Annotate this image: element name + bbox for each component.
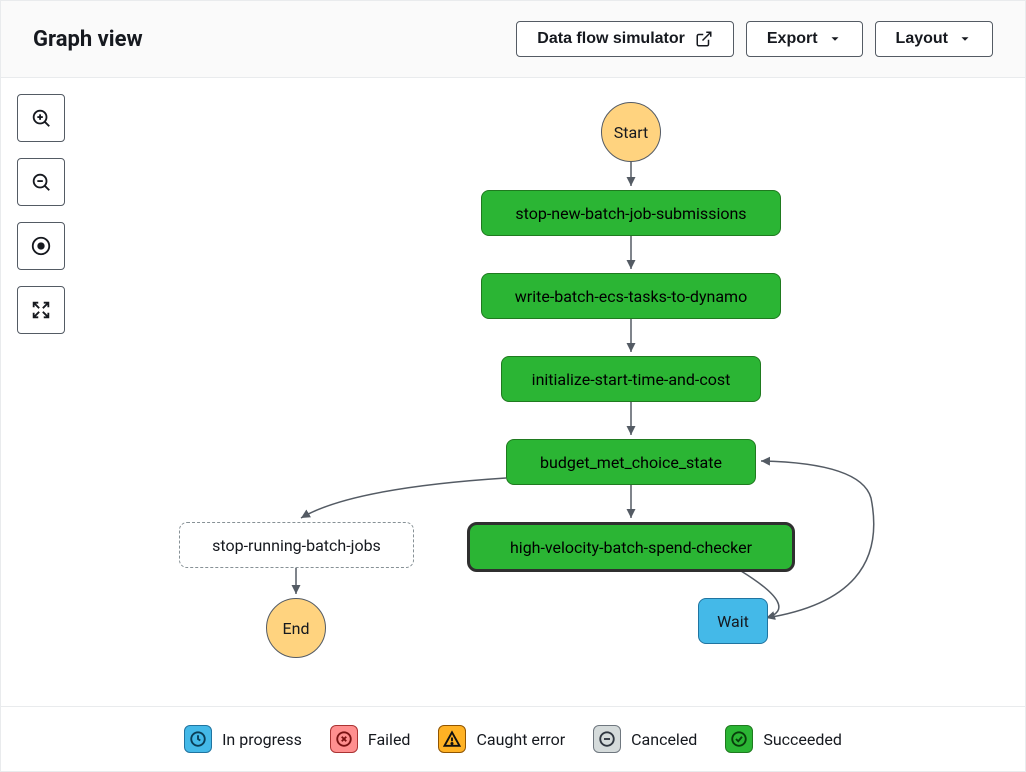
center-button[interactable] — [17, 222, 65, 270]
layout-button[interactable]: Layout — [875, 21, 993, 57]
zoom-out-icon — [30, 171, 52, 193]
graph-canvas[interactable]: Start stop-new-batch-job-submissions wri… — [1, 78, 1025, 706]
header-bar: Graph view Data flow simulator Export La… — [1, 1, 1025, 78]
expand-icon — [30, 299, 52, 321]
node-start[interactable]: Start — [601, 102, 661, 162]
caught-error-icon — [438, 725, 466, 753]
data-flow-simulator-button[interactable]: Data flow simulator — [516, 21, 734, 57]
node-label: End — [283, 619, 310, 638]
data-flow-simulator-label: Data flow simulator — [537, 30, 685, 48]
node-label: Wait — [717, 612, 749, 631]
chevron-down-icon — [828, 32, 842, 46]
in-progress-icon — [184, 725, 212, 753]
legend-label: Succeeded — [763, 730, 842, 749]
node-stop-running-batch-jobs[interactable]: stop-running-batch-jobs — [179, 522, 414, 568]
fullscreen-button[interactable] — [17, 286, 65, 334]
node-label: write-batch-ecs-tasks-to-dynamo — [515, 287, 747, 306]
export-button[interactable]: Export — [746, 21, 863, 57]
node-write-batch-ecs-tasks-to-dynamo[interactable]: write-batch-ecs-tasks-to-dynamo — [481, 273, 781, 319]
legend-failed: Failed — [330, 725, 411, 753]
legend-succeeded: Succeeded — [725, 725, 842, 753]
center-icon — [30, 235, 52, 257]
page-title: Graph view — [33, 27, 143, 52]
node-wait[interactable]: Wait — [698, 598, 768, 644]
export-label: Export — [767, 30, 818, 48]
node-stop-new-batch-job-submissions[interactable]: stop-new-batch-job-submissions — [481, 190, 781, 236]
legend-label: Canceled — [631, 730, 697, 749]
legend-bar: In progress Failed Caught error Canceled… — [1, 706, 1025, 771]
node-label: stop-new-batch-job-submissions — [515, 204, 746, 223]
node-initialize-start-time-and-cost[interactable]: initialize-start-time-and-cost — [501, 356, 761, 402]
legend-label: Failed — [368, 730, 411, 749]
zoom-in-button[interactable] — [17, 94, 65, 142]
node-label: Start — [614, 123, 648, 142]
node-label: high-velocity-batch-spend-checker — [510, 538, 752, 557]
zoom-out-button[interactable] — [17, 158, 65, 206]
legend-label: In progress — [222, 730, 302, 749]
layout-label: Layout — [896, 30, 948, 48]
node-high-velocity-batch-spend-checker[interactable]: high-velocity-batch-spend-checker — [467, 522, 795, 572]
failed-icon — [330, 725, 358, 753]
node-label: budget_met_choice_state — [540, 453, 722, 472]
legend-in-progress: In progress — [184, 725, 302, 753]
chevron-down-icon — [958, 32, 972, 46]
node-budget-met-choice-state[interactable]: budget_met_choice_state — [506, 439, 756, 485]
canceled-icon — [593, 725, 621, 753]
node-label: initialize-start-time-and-cost — [532, 370, 731, 389]
zoom-in-icon — [30, 107, 52, 129]
succeeded-icon — [725, 725, 753, 753]
legend-canceled: Canceled — [593, 725, 697, 753]
node-end[interactable]: End — [266, 598, 326, 658]
legend-caught-error: Caught error — [438, 725, 565, 753]
node-label: stop-running-batch-jobs — [212, 536, 381, 555]
external-link-icon — [695, 30, 713, 48]
legend-label: Caught error — [476, 730, 565, 749]
